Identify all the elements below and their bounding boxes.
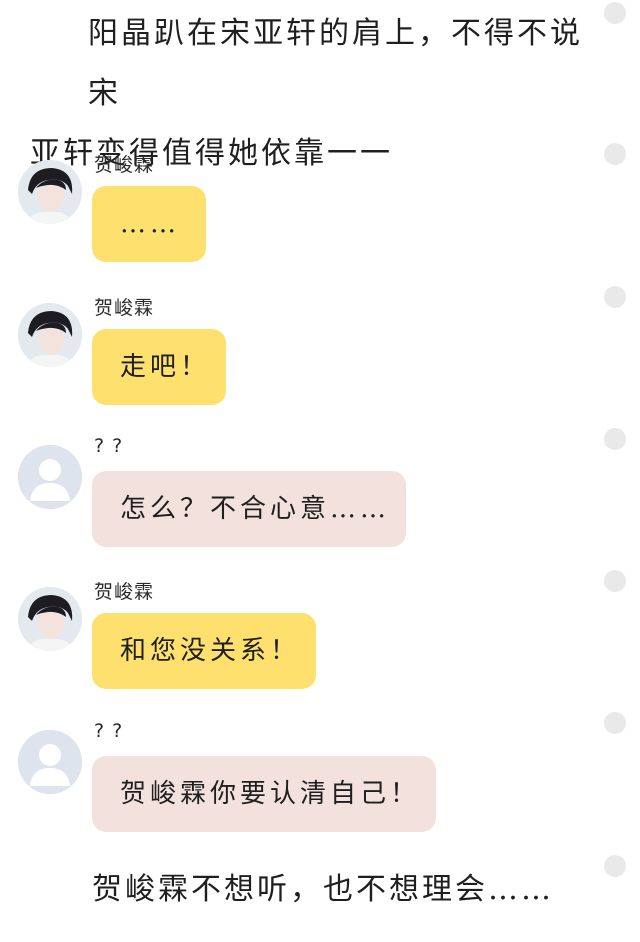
message-bubble: 和您没关系！ [92, 613, 316, 689]
side-dot [604, 2, 626, 24]
avatar[interactable] [18, 303, 82, 367]
side-dot [604, 286, 626, 308]
default-avatar-icon [18, 730, 82, 794]
side-dot [604, 855, 626, 877]
avatar[interactable] [18, 160, 82, 224]
sender-name: 贺峻霖 [94, 581, 155, 603]
default-avatar-icon [18, 445, 82, 509]
sender-name: 贺峻霖 [94, 297, 155, 319]
message-bubble: 怎么？不合心意…… [92, 471, 406, 547]
avatar[interactable] [18, 730, 82, 794]
side-dot [604, 143, 626, 165]
side-dot [604, 428, 626, 450]
avatar[interactable] [18, 445, 82, 509]
photo-avatar-icon [18, 303, 82, 367]
narration-bottom: 贺峻霖不想听，也不想理会…… [92, 872, 554, 907]
sender-name: 贺峻霖 [94, 154, 155, 176]
side-dot [604, 712, 626, 734]
sender-name: ? ? [94, 720, 124, 742]
side-dot [604, 570, 626, 592]
photo-avatar-icon [18, 587, 82, 651]
avatar[interactable] [18, 587, 82, 651]
sender-name: ? ? [94, 435, 124, 457]
photo-avatar-icon [18, 160, 82, 224]
chat-story-page: 阳晶趴在宋亚轩的肩上，不得不说宋 亚轩变得值得她依靠一一 贺峻霖 …… 贺峻霖 … [0, 0, 640, 942]
message-bubble: 贺峻霖你要认清自己！ [92, 756, 436, 832]
message-bubble: 走吧！ [92, 329, 226, 405]
message-bubble: …… [92, 186, 206, 262]
narration-line-1: 阳晶趴在宋亚轩的肩上，不得不说宋 [88, 16, 583, 111]
